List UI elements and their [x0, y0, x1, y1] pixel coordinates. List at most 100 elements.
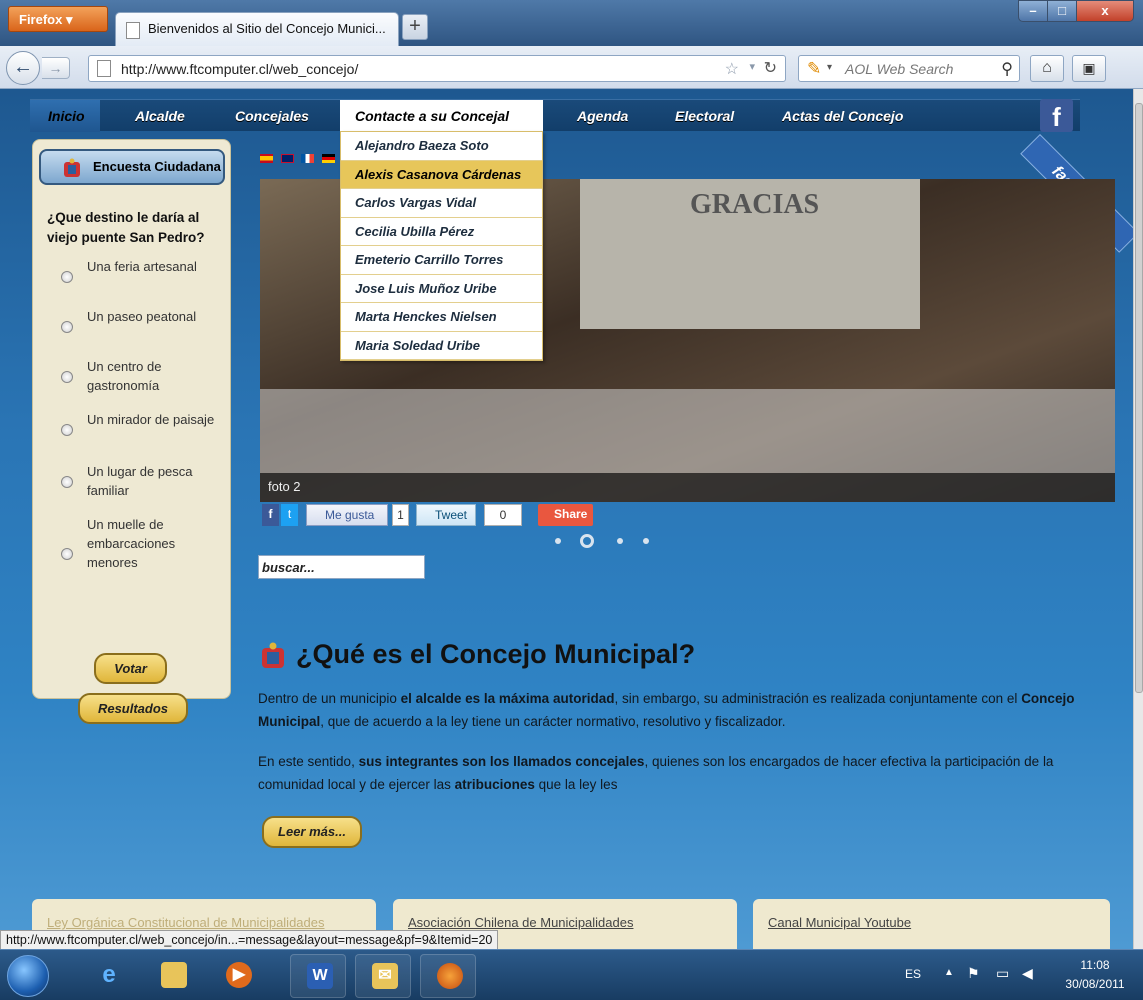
facebook-icon[interactable]: f	[1040, 99, 1073, 132]
menu-item-agenda[interactable]: Agenda	[577, 100, 628, 132]
bookmark-star-icon[interactable]: ☆	[725, 59, 739, 79]
scrollbar-thumb[interactable]	[1135, 103, 1143, 693]
menu-item-inicio[interactable]: Inicio	[30, 100, 100, 132]
word-icon: W	[307, 963, 333, 989]
chevron-down-icon[interactable]: ▾	[749, 60, 755, 73]
france-flag-icon[interactable]	[301, 154, 315, 163]
dropdown-item[interactable]: Marta Henckes Nielsen	[341, 303, 542, 332]
link-ley-organica[interactable]: Ley Orgánica Constitucional de Municipal…	[47, 915, 325, 930]
menu-item-contacte[interactable]: Contacte a su Concejal	[340, 100, 543, 132]
dropdown-item[interactable]: Cecilia Ubilla Pérez	[341, 218, 542, 246]
taskbar-app-outlook[interactable]: ✉	[355, 954, 411, 998]
radio-button[interactable]	[61, 371, 73, 383]
volume-icon[interactable]: ◀	[1022, 965, 1033, 982]
results-button[interactable]: Resultados	[78, 693, 188, 724]
dropdown-item[interactable]: Maria Soledad Uribe	[341, 332, 542, 360]
share-button[interactable]: Share	[538, 504, 593, 526]
dropdown-item[interactable]: Carlos Vargas Vidal	[341, 189, 542, 218]
article-paragraph: Dentro de un municipio el alcalde es la …	[258, 687, 1108, 733]
clock-date[interactable]: 30/08/2011	[1060, 977, 1130, 991]
article-title: ¿Qué es el Concejo Municipal?	[296, 639, 696, 669]
menu-item-alcalde[interactable]: Alcalde	[135, 100, 185, 132]
menu-item-actas[interactable]: Actas del Concejo	[782, 100, 903, 132]
concejal-dropdown: Alejandro Baeza Soto Alexis Casanova Cár…	[340, 131, 543, 361]
poll-option-label: Un muelle de embarcaciones menores	[87, 517, 176, 570]
radio-button[interactable]	[61, 424, 73, 436]
dropdown-item[interactable]: Emeterio Carrillo Torres	[341, 246, 542, 275]
twitter-share-icon[interactable]: t	[281, 504, 298, 526]
web-page: Inicio Alcalde Concejales Contacte a su …	[0, 89, 1133, 949]
poll-title: Encuesta Ciudadana	[93, 159, 221, 174]
start-button[interactable]	[7, 955, 49, 997]
spain-flag-icon[interactable]	[260, 154, 273, 163]
bold-text: sus integrantes son los llamados conceja…	[358, 754, 645, 769]
mail-icon: ✉	[372, 963, 398, 989]
search-placeholder: AOL Web Search	[845, 61, 954, 77]
text: , que de acuerdo a la ley tiene un carác…	[320, 714, 786, 729]
taskbar-app-word[interactable]: W	[290, 954, 346, 998]
windows-taskbar: e ▶ W ✉ ES ▲ ⚑ ▭ ◀ 11:08 30/08/2011	[0, 949, 1143, 1000]
chevron-down-icon[interactable]: ▾	[827, 62, 832, 73]
poll-option-label: Un paseo peatonal	[87, 309, 197, 324]
like-button[interactable]: Me gusta	[306, 504, 388, 526]
germany-flag-icon[interactable]	[321, 154, 335, 163]
show-hidden-icons[interactable]: ▲	[944, 967, 954, 978]
forward-button[interactable]: →	[42, 57, 70, 79]
bookmarks-button[interactable]: ▣	[1072, 55, 1106, 82]
url-bar[interactable]: http://www.ftcomputer.cl/web_concejo/ ☆ …	[88, 55, 786, 82]
poll-header: Encuesta Ciudadana	[39, 149, 225, 185]
taskbar-app-firefox[interactable]	[420, 954, 476, 998]
menu-item-concejales[interactable]: Concejales	[235, 100, 309, 132]
slide-dot[interactable]	[555, 538, 561, 544]
poll-option-label: Un lugar de pesca familiar	[87, 464, 193, 498]
page-icon	[97, 60, 111, 77]
close-button[interactable]: x	[1076, 0, 1134, 22]
read-more-button[interactable]: Leer más...	[262, 816, 362, 848]
radio-button[interactable]	[61, 476, 73, 488]
taskbar-app-media[interactable]: ▶	[210, 954, 266, 998]
link-box: Canal Municipal Youtube	[753, 899, 1110, 949]
network-icon[interactable]: ▭	[996, 965, 1009, 982]
action-center-icon[interactable]: ⚑	[967, 965, 980, 982]
main-menu: Inicio Alcalde Concejales Contacte a su …	[30, 99, 1080, 132]
maximize-button[interactable]: □	[1047, 0, 1077, 22]
radio-button[interactable]	[61, 271, 73, 283]
slide-dot[interactable]	[643, 538, 649, 544]
vertical-scrollbar[interactable]	[1133, 89, 1143, 949]
radio-button[interactable]	[61, 548, 73, 560]
link-canal-youtube[interactable]: Canal Municipal Youtube	[768, 915, 911, 930]
facebook-share-icon[interactable]: f	[262, 504, 279, 526]
slide-dot-active[interactable]	[580, 534, 594, 548]
dropdown-item[interactable]: Jose Luis Muñoz Uribe	[341, 275, 542, 303]
bold-text: atribuciones	[454, 777, 535, 792]
clock-time[interactable]: 11:08	[1065, 958, 1125, 972]
taskbar-app-ie[interactable]: e	[80, 954, 136, 998]
radio-button[interactable]	[61, 321, 73, 333]
dropdown-item[interactable]: Alejandro Baeza Soto	[341, 132, 542, 161]
taskbar-app-explorer[interactable]	[145, 954, 201, 998]
link-asociacion[interactable]: Asociación Chilena de Municipalidades	[408, 915, 633, 930]
tweet-button[interactable]: Tweet	[416, 504, 476, 526]
minimize-button[interactable]: –	[1018, 0, 1048, 22]
language-indicator[interactable]: ES	[905, 967, 921, 981]
firefox-menu-button[interactable]: Firefox ▾	[8, 6, 108, 32]
back-button[interactable]: ←	[6, 51, 40, 85]
text: En este sentido,	[258, 754, 359, 769]
firefox-icon	[437, 963, 463, 989]
crest-icon	[262, 642, 284, 668]
bold-text: el alcalde es la máxima autoridad	[400, 691, 615, 706]
browser-tab-active[interactable]: Bienvenidos al Sitio del Concejo Munici.…	[115, 12, 399, 46]
search-icon[interactable]: ⚲	[1001, 59, 1013, 79]
search-bar[interactable]: ✎ ▾ AOL Web Search ⚲	[798, 55, 1020, 82]
uk-flag-icon[interactable]	[280, 154, 294, 163]
new-tab-button[interactable]: +	[402, 14, 428, 40]
menu-item-electoral[interactable]: Electoral	[675, 100, 734, 132]
internet-explorer-icon: e	[102, 961, 116, 988]
slide-dot[interactable]	[617, 538, 623, 544]
dropdown-item-highlighted[interactable]: Alexis Casanova Cárdenas	[341, 160, 542, 189]
vote-button[interactable]: Votar	[94, 653, 167, 684]
home-button[interactable]: ⌂	[1030, 55, 1064, 82]
reload-icon[interactable]: ↻	[764, 58, 777, 78]
site-search-input[interactable]: buscar...	[258, 555, 425, 579]
navigation-toolbar: ← → http://www.ftcomputer.cl/web_concejo…	[0, 46, 1143, 89]
